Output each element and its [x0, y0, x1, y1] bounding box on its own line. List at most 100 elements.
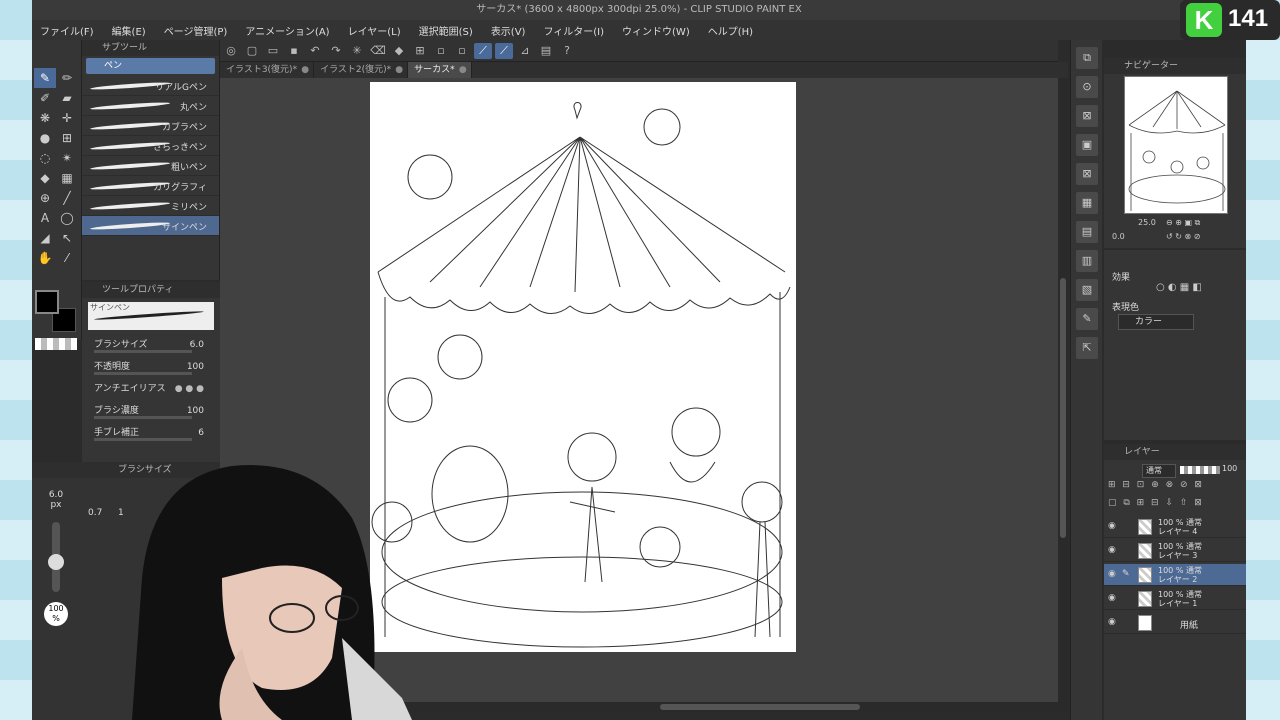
- ruler-tool-icon[interactable]: ◢: [34, 228, 56, 248]
- brush-item[interactable]: さらっきペン: [82, 136, 219, 156]
- decoration-tool-icon[interactable]: ❋: [34, 108, 56, 128]
- fill-tool-icon[interactable]: ◆: [34, 168, 56, 188]
- layer-row-selected[interactable]: ◉ ✎ 100 % 通常 レイヤー 2: [1104, 564, 1246, 586]
- menu-edit[interactable]: 編集(E): [112, 23, 146, 38]
- brush-item[interactable]: ミリペン: [82, 196, 219, 216]
- menu-help[interactable]: ヘルプ(H): [708, 23, 753, 38]
- text-tool-icon[interactable]: A: [34, 208, 56, 228]
- tab-circus[interactable]: サーカス* ●: [408, 62, 472, 78]
- grid-snap-icon[interactable]: ⊿: [516, 43, 534, 59]
- layer-row[interactable]: ◉ 100 % 通常 レイヤー 1: [1104, 588, 1246, 610]
- new-file-icon[interactable]: ▢: [243, 43, 261, 59]
- menu-window[interactable]: ウィンドウ(W): [622, 23, 690, 38]
- redo-icon[interactable]: ↷: [327, 43, 345, 59]
- menu-page[interactable]: ページ管理(P): [164, 23, 228, 38]
- rotation-value[interactable]: 0.0: [1112, 232, 1125, 241]
- move-tool-icon[interactable]: ✛: [56, 108, 78, 128]
- save-icon[interactable]: ▪: [285, 43, 303, 59]
- prop-brush-size[interactable]: ブラシサイズ 6.0: [82, 334, 220, 356]
- clear-icon[interactable]: ⌫: [369, 43, 387, 59]
- loading-icon[interactable]: ✳: [348, 43, 366, 59]
- ruler-snap-icon[interactable]: ⟋: [474, 42, 492, 59]
- brush-item[interactable]: リアルGペン: [82, 76, 219, 96]
- hand-tool-icon[interactable]: ✋: [34, 248, 56, 268]
- pen-tool-icon[interactable]: ✎: [34, 68, 56, 88]
- menu-filter[interactable]: フィルター(I): [543, 23, 604, 38]
- layer-row[interactable]: ◉ 100 % 通常 レイヤー 4: [1104, 516, 1246, 538]
- operation-tool-icon[interactable]: ↖: [56, 228, 78, 248]
- close-panel-icon[interactable]: ⊠: [1076, 105, 1098, 127]
- brush-item[interactable]: 丸ペン: [82, 96, 219, 116]
- effect-buttons-icon[interactable]: ○ ◐ ▦ ◧: [1156, 282, 1202, 293]
- layer-actions-icon[interactable]: ▢ ⧉ ⊞ ⊟ ⇩ ⇧ ⊠: [1108, 498, 1204, 508]
- deselect-icon[interactable]: ▫: [432, 43, 450, 59]
- blend-tool-icon[interactable]: ●: [34, 128, 56, 148]
- undo-icon[interactable]: ↶: [306, 43, 324, 59]
- menu-layer[interactable]: レイヤー(L): [348, 23, 401, 38]
- blend-mode-select[interactable]: 通常: [1142, 464, 1176, 478]
- tab-illust2[interactable]: イラスト2(復元)* ●: [314, 62, 409, 78]
- subtool-group-tab[interactable]: ペン: [86, 58, 215, 74]
- display-color-select[interactable]: カラー: [1118, 314, 1194, 330]
- grid-icon[interactable]: ▦: [1076, 192, 1098, 214]
- menu-file[interactable]: ファイル(F): [40, 23, 94, 38]
- prop-brush-density[interactable]: ブラシ濃度 100: [82, 400, 220, 422]
- transparent-color-swatch[interactable]: [35, 338, 77, 350]
- prop-opacity[interactable]: 不透明度 100: [82, 356, 220, 378]
- close-panel-icon[interactable]: ⊠: [1076, 163, 1098, 185]
- gradient-tool-icon[interactable]: ▦: [56, 168, 78, 188]
- drawing-canvas[interactable]: [370, 82, 796, 652]
- magic-wand-icon[interactable]: ✴: [56, 148, 78, 168]
- main-color-swatch[interactable]: [35, 290, 59, 314]
- special-ruler-snap-icon[interactable]: ⟋: [495, 42, 513, 59]
- eyedropper-tool-icon[interactable]: ⁄: [56, 248, 78, 268]
- search-icon[interactable]: ⊙: [1076, 76, 1098, 98]
- menu-selection[interactable]: 選択範囲(S): [419, 23, 473, 38]
- slider-knob[interactable]: [48, 554, 64, 570]
- lasso-tool-icon[interactable]: ◌: [34, 148, 56, 168]
- brush-tool-icon[interactable]: ✐: [34, 88, 56, 108]
- export-icon[interactable]: ⇱: [1076, 337, 1098, 359]
- brush-item[interactable]: カブラペン: [82, 116, 219, 136]
- prop-value[interactable]: 6: [198, 422, 204, 444]
- line-tool-icon[interactable]: ╱: [56, 188, 78, 208]
- material-icon[interactable]: ⧉: [1076, 47, 1098, 69]
- balloon-tool-icon[interactable]: ◯: [56, 208, 78, 228]
- edit-icon[interactable]: ✎: [1076, 308, 1098, 330]
- transform-icon[interactable]: ⊞: [411, 43, 429, 59]
- pencil-tool-icon[interactable]: ✏: [56, 68, 78, 88]
- document-icon[interactable]: ▤: [537, 43, 555, 59]
- antialias-options-icon[interactable]: ● ● ●: [175, 378, 204, 400]
- prop-antialias[interactable]: アンチエイリアス ● ● ●: [82, 378, 220, 400]
- invert-selection-icon[interactable]: ▫: [453, 43, 471, 59]
- menu-animation[interactable]: アニメーション(A): [245, 23, 329, 38]
- frame-tool-icon[interactable]: ⊞: [56, 128, 78, 148]
- navigator-thumbnail[interactable]: [1124, 76, 1228, 214]
- fill-icon[interactable]: ◆: [390, 43, 408, 59]
- auto-action-icon[interactable]: ▧: [1076, 279, 1098, 301]
- vertical-scrollbar[interactable]: [1058, 78, 1068, 708]
- zoom-buttons-icon[interactable]: ⊖ ⊕ ▣ ⧉: [1166, 218, 1200, 228]
- clip-studio-icon[interactable]: ◎: [222, 43, 240, 59]
- eraser-tool-icon[interactable]: ▰: [56, 88, 78, 108]
- opacity-slider[interactable]: [1180, 466, 1220, 474]
- open-file-icon[interactable]: ▭: [264, 43, 282, 59]
- prop-stabilization[interactable]: 手ブレ補正 6: [82, 422, 220, 444]
- layer-tools-icon[interactable]: ⊞ ⊟ ⊡ ⊕ ⊗ ⊘ ⊠: [1108, 480, 1204, 490]
- help-icon[interactable]: ?: [558, 43, 576, 59]
- zoom-value[interactable]: 25.0: [1138, 218, 1156, 227]
- brush-item-selected[interactable]: サインペン: [82, 216, 219, 236]
- layer-opacity-value[interactable]: 100: [1222, 464, 1237, 473]
- tab-illust3[interactable]: イラスト3(復元)* ●: [220, 62, 315, 78]
- layer-row[interactable]: ◉ 100 % 通常 レイヤー 3: [1104, 540, 1246, 562]
- brush-item[interactable]: カリグラフィ: [82, 176, 219, 196]
- camera-icon[interactable]: ▣: [1076, 134, 1098, 156]
- eyedropper-select-icon[interactable]: ⊕: [34, 188, 56, 208]
- brush-item[interactable]: 粗いペン: [82, 156, 219, 176]
- brush-size-preset[interactable]: 0.7: [88, 508, 102, 518]
- layer-row-paper[interactable]: ◉ 用紙: [1104, 612, 1246, 634]
- rotate-buttons-icon[interactable]: ↺ ↻ ⊗ ⊘: [1166, 232, 1200, 241]
- menu-view[interactable]: 表示(V): [491, 23, 526, 38]
- history-icon[interactable]: ▤: [1076, 221, 1098, 243]
- layer-property-icon[interactable]: ▥: [1076, 250, 1098, 272]
